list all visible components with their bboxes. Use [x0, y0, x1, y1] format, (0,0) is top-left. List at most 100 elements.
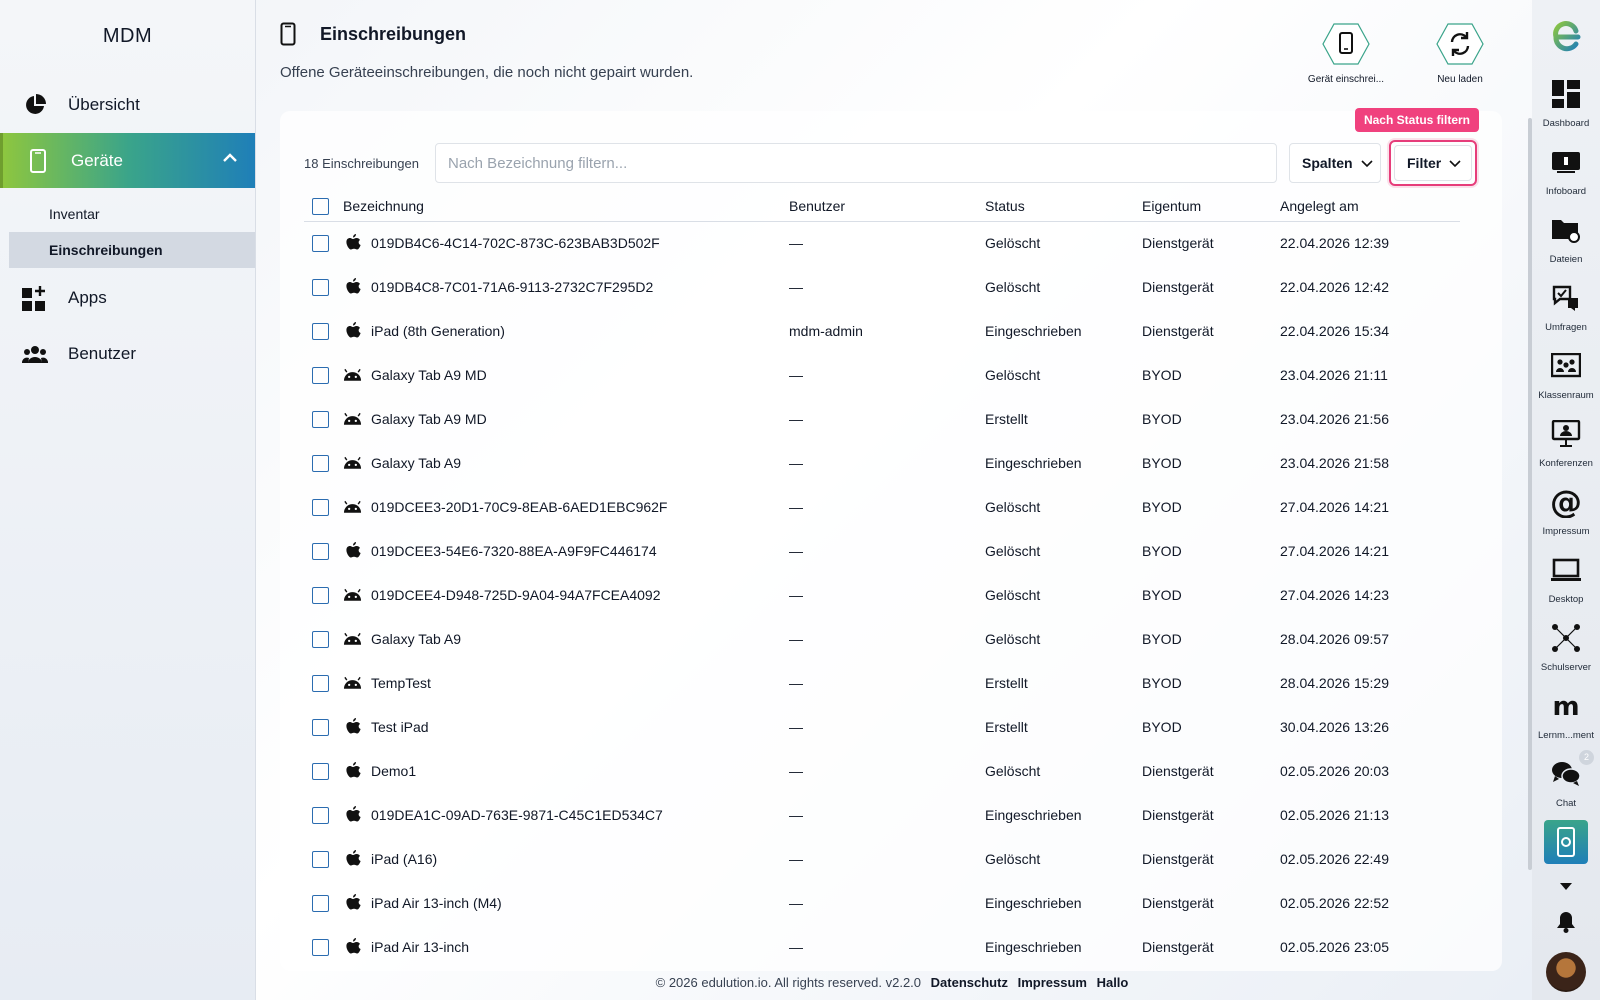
- device-status: Gelöscht: [985, 499, 1041, 515]
- sidebar-item-apps[interactable]: Apps: [0, 270, 255, 326]
- device-status: Eingeschrieben: [985, 323, 1082, 339]
- device-ownership: Dienstgerät: [1142, 851, 1214, 867]
- reload-button[interactable]: Neu laden: [1420, 22, 1500, 85]
- device-user: —: [789, 543, 803, 559]
- row-checkbox[interactable]: [312, 806, 329, 824]
- device-user: —: [789, 235, 803, 252]
- table-row[interactable]: 019DCEE3-20D1-70C9-8EAB-6AED1EBC962F — Gel…: [304, 485, 1460, 529]
- rail-item-label: Konferenzen: [1539, 458, 1593, 469]
- table-row[interactable]: iPad Air 13-inch (M4) — Eingeschrieben Dien…: [304, 881, 1460, 925]
- rail-item-lernm-ment[interactable]: m Lernm...ment: [1532, 684, 1600, 752]
- sidebar-item-geraete[interactable]: Geräte: [0, 133, 255, 188]
- device-user: —: [789, 279, 803, 295]
- select-all-checkbox[interactable]: [312, 197, 329, 215]
- user-avatar[interactable]: [1546, 952, 1586, 992]
- sidebar-subitem-inventar[interactable]: Inventar: [0, 196, 255, 232]
- row-checkbox[interactable]: [312, 938, 329, 956]
- table-row[interactable]: Galaxy Tab A9 MD — Erstellt BYOD 23.04.2026 …: [304, 397, 1460, 441]
- row-checkbox[interactable]: [312, 586, 329, 604]
- device-user: —: [789, 499, 803, 515]
- footer-link-hallo[interactable]: Hallo: [1097, 975, 1129, 990]
- device-user: —: [789, 631, 803, 647]
- table-row[interactable]: 019DB4C8-7C01-71A6-9113-2732C7F295D2 — Gel…: [304, 265, 1460, 309]
- table-row[interactable]: TempTest — Erstellt BYOD 28.04.2026 15:29: [304, 661, 1460, 705]
- rail-item-infoboard[interactable]: Infoboard: [1532, 140, 1600, 208]
- table-row[interactable]: Galaxy Tab A9 — Eingeschrieben BYOD 23.04.20…: [304, 441, 1460, 485]
- row-checkbox[interactable]: [312, 850, 329, 868]
- rail-item-konferenzen[interactable]: Konferenzen: [1532, 412, 1600, 480]
- device-created: 27.04.2026 14:21: [1280, 543, 1389, 559]
- row-checkbox[interactable]: [312, 410, 329, 428]
- table-row[interactable]: 019DB4C6-4C14-702C-873C-623BAB3D502F — Gel…: [304, 221, 1460, 265]
- rail-item-schulserver[interactable]: Schulserver: [1532, 616, 1600, 684]
- notifications-button[interactable]: [1532, 902, 1600, 942]
- row-checkbox[interactable]: [312, 718, 329, 736]
- reload-label: Neu laden: [1437, 74, 1483, 85]
- users-icon: [22, 341, 48, 367]
- rail-item-impressum[interactable]: @ Impressum: [1532, 480, 1600, 548]
- rail-item-chat[interactable]: Chat 2: [1532, 750, 1600, 820]
- row-checkbox[interactable]: [312, 454, 329, 472]
- filter-button[interactable]: Filter: [1394, 145, 1472, 181]
- column-header-angelegt-am[interactable]: Angelegt am: [1280, 191, 1460, 222]
- column-header-status[interactable]: Status: [985, 191, 1142, 222]
- table-row[interactable]: iPad (A16) — Gelöscht Dienstgerät 02.05.2026…: [304, 837, 1460, 881]
- row-checkbox[interactable]: [312, 235, 329, 253]
- row-checkbox[interactable]: [312, 762, 329, 780]
- android-icon: [343, 630, 362, 648]
- rail-item-label: Desktop: [1548, 594, 1584, 605]
- table-row[interactable]: 019DCEE4-D948-725D-9A04-94A7FCEA4092 — Gel…: [304, 573, 1460, 617]
- device-name: TempTest: [371, 675, 431, 691]
- sidebar-title: MDM: [102, 24, 153, 47]
- table-row[interactable]: Galaxy Tab A9 — Gelöscht BYOD 28.04.2026 09:…: [304, 617, 1460, 661]
- device-status: Gelöscht: [985, 279, 1041, 295]
- row-checkbox[interactable]: [312, 542, 329, 560]
- apple-icon: [343, 894, 362, 912]
- main-content: Einschreibungen Offene Geräteeinschreibu…: [256, 0, 1528, 1000]
- device-ownership: BYOD: [1142, 499, 1182, 515]
- page-title: Einschreibungen: [280, 22, 693, 46]
- rail-item-klassenraum[interactable]: Klassenraum: [1532, 344, 1600, 412]
- table-row[interactable]: Demo1 — Gelöscht Dienstgerät 02.05.2026 20:0…: [304, 749, 1460, 793]
- device-name: iPad Air 13-inch (M4): [371, 895, 502, 911]
- row-checkbox[interactable]: [312, 498, 329, 516]
- column-header-benutzer[interactable]: Benutzer: [789, 191, 985, 222]
- filter-tooltip: Nach Status filtern: [1354, 108, 1479, 132]
- table-row[interactable]: iPad (8th Generation) mdm-admin Eingeschri…: [304, 309, 1460, 353]
- table-row[interactable]: iPad Air 13-inch — Eingeschrieben Dienstger…: [304, 925, 1460, 969]
- row-checkbox[interactable]: [312, 322, 329, 340]
- table-row[interactable]: 019DEA1C-09AD-763E-9871-C45C1ED534C7 — Ein…: [304, 793, 1460, 837]
- enroll-device-button[interactable]: Gerät einschrei...: [1306, 22, 1386, 85]
- edulution-logo[interactable]: [1532, 0, 1600, 72]
- table-row[interactable]: Test iPad — Erstellt BYOD 30.04.2026 13:26: [304, 705, 1460, 749]
- row-checkbox[interactable]: [312, 630, 329, 648]
- sidebar-subitem-einschreibungen[interactable]: Einschreibungen: [9, 232, 255, 268]
- device-name: Galaxy Tab A9: [371, 455, 462, 471]
- row-checkbox[interactable]: [312, 366, 329, 384]
- chevron-up-icon[interactable]: [221, 149, 239, 172]
- footer-link-impressum[interactable]: Impressum: [1018, 975, 1087, 990]
- row-checkbox[interactable]: [312, 674, 329, 692]
- app-rail: Dashboard Infoboard Dateien Umfragen Klassen…: [1532, 0, 1600, 1000]
- rail-item-mdm[interactable]: [1532, 820, 1600, 870]
- columns-button[interactable]: Spalten: [1289, 143, 1381, 183]
- sidebar-item-benutzer[interactable]: Benutzer: [0, 326, 255, 382]
- rail-item-umfragen[interactable]: Umfragen: [1532, 276, 1600, 344]
- device-name: 019DEA1C-09AD-763E-9871-C45C1ED534C7: [371, 807, 663, 823]
- rail-item-dashboard[interactable]: Dashboard: [1532, 72, 1600, 140]
- device-created: 02.05.2026 23:05: [1280, 939, 1389, 955]
- column-header-bezeichnung[interactable]: Bezeichnung: [343, 191, 789, 222]
- rail-expand-chevron[interactable]: [1532, 870, 1600, 902]
- column-header-eigentum[interactable]: Eigentum: [1142, 191, 1280, 222]
- rail-item-dateien[interactable]: Dateien: [1532, 208, 1600, 276]
- row-checkbox[interactable]: [312, 278, 329, 296]
- sidebar-item-uebersicht[interactable]: Übersicht: [0, 77, 255, 133]
- table-row[interactable]: Galaxy Tab A9 MD — Gelöscht BYOD 23.04.2026 …: [304, 353, 1460, 397]
- sidebar-item-label: Geräte: [71, 150, 123, 170]
- apple-icon: [343, 762, 362, 780]
- table-row[interactable]: 019DCEE3-54E6-7320-88EA-A9F9FC446174 — Gel…: [304, 529, 1460, 573]
- rail-item-desktop[interactable]: Desktop: [1532, 548, 1600, 616]
- search-input[interactable]: [435, 143, 1277, 183]
- row-checkbox[interactable]: [312, 894, 329, 912]
- footer-link-datenschutz[interactable]: Datenschutz: [931, 975, 1008, 990]
